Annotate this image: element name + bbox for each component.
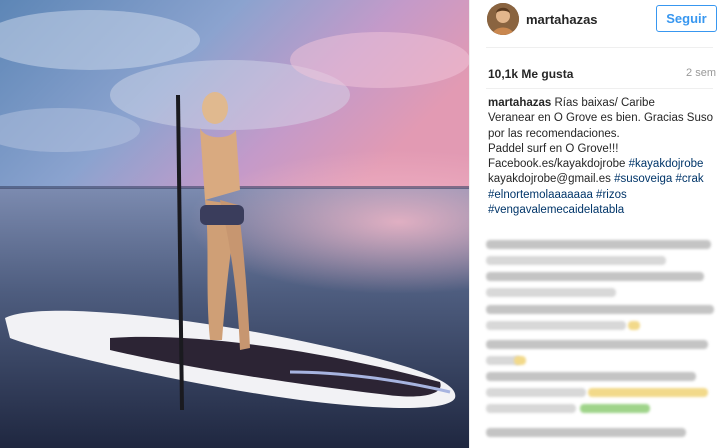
- post-sidebar: martahazas Seguir 10,1k Me gusta 2 sem m…: [469, 0, 726, 448]
- hashtag-link[interactable]: #crak: [672, 173, 703, 185]
- blurred-comment: [486, 372, 696, 381]
- follow-button[interactable]: Seguir: [656, 5, 717, 32]
- hashtag-link[interactable]: #rizos: [593, 189, 627, 201]
- blurred-comment: [486, 305, 714, 314]
- likes-count[interactable]: 10,1k Me gusta: [488, 67, 573, 81]
- blurred-emoji: [628, 321, 640, 330]
- post-caption: martahazas Rías baixas/ Caribe Veranear …: [488, 96, 720, 218]
- caption-link: Facebook.es/kayakdojrobe: [488, 158, 629, 171]
- blurred-comment: [486, 428, 686, 437]
- blurred-emoji: [514, 356, 526, 365]
- caption-line: Paddel surf en O Grove!!!: [488, 142, 619, 155]
- hashtag-link[interactable]: #kayakdojrobe: [629, 158, 704, 170]
- blurred-emoji: [580, 404, 650, 413]
- user-avatar-icon[interactable]: [487, 3, 519, 35]
- caption-username[interactable]: martahazas: [488, 97, 551, 109]
- blurred-comment: [486, 404, 576, 413]
- header-divider: [486, 47, 713, 48]
- caption-line: por las recomendaciones.: [488, 127, 620, 140]
- blurred-comment: [486, 321, 626, 330]
- hashtag-link[interactable]: #susoveiga: [614, 173, 672, 185]
- blurred-emoji: [588, 388, 708, 397]
- hashtag-link[interactable]: #vengavalemecaidelatabla: [488, 204, 624, 216]
- post-time[interactable]: 2 sem: [686, 67, 716, 79]
- blurred-comment: [486, 240, 711, 249]
- post-header: martahazas Seguir: [470, 0, 726, 38]
- header-username[interactable]: martahazas: [526, 12, 598, 27]
- blurred-comment: [486, 388, 586, 397]
- post-photo[interactable]: [0, 0, 469, 448]
- blurred-comment: [486, 272, 704, 281]
- blurred-comment: [486, 340, 708, 349]
- hashtag-link[interactable]: #elnortemolaaaaaaa: [488, 189, 593, 201]
- blurred-comment: [486, 256, 666, 265]
- blurred-comment: [486, 288, 616, 297]
- caption-line: Rías baixas/ Caribe: [551, 97, 655, 109]
- caption-line: Veranear en O Grove es bien. Gracias Sus…: [488, 112, 714, 125]
- likes-divider: [486, 88, 713, 89]
- caption-email: kayakdojrobe@gmail.es: [488, 173, 615, 186]
